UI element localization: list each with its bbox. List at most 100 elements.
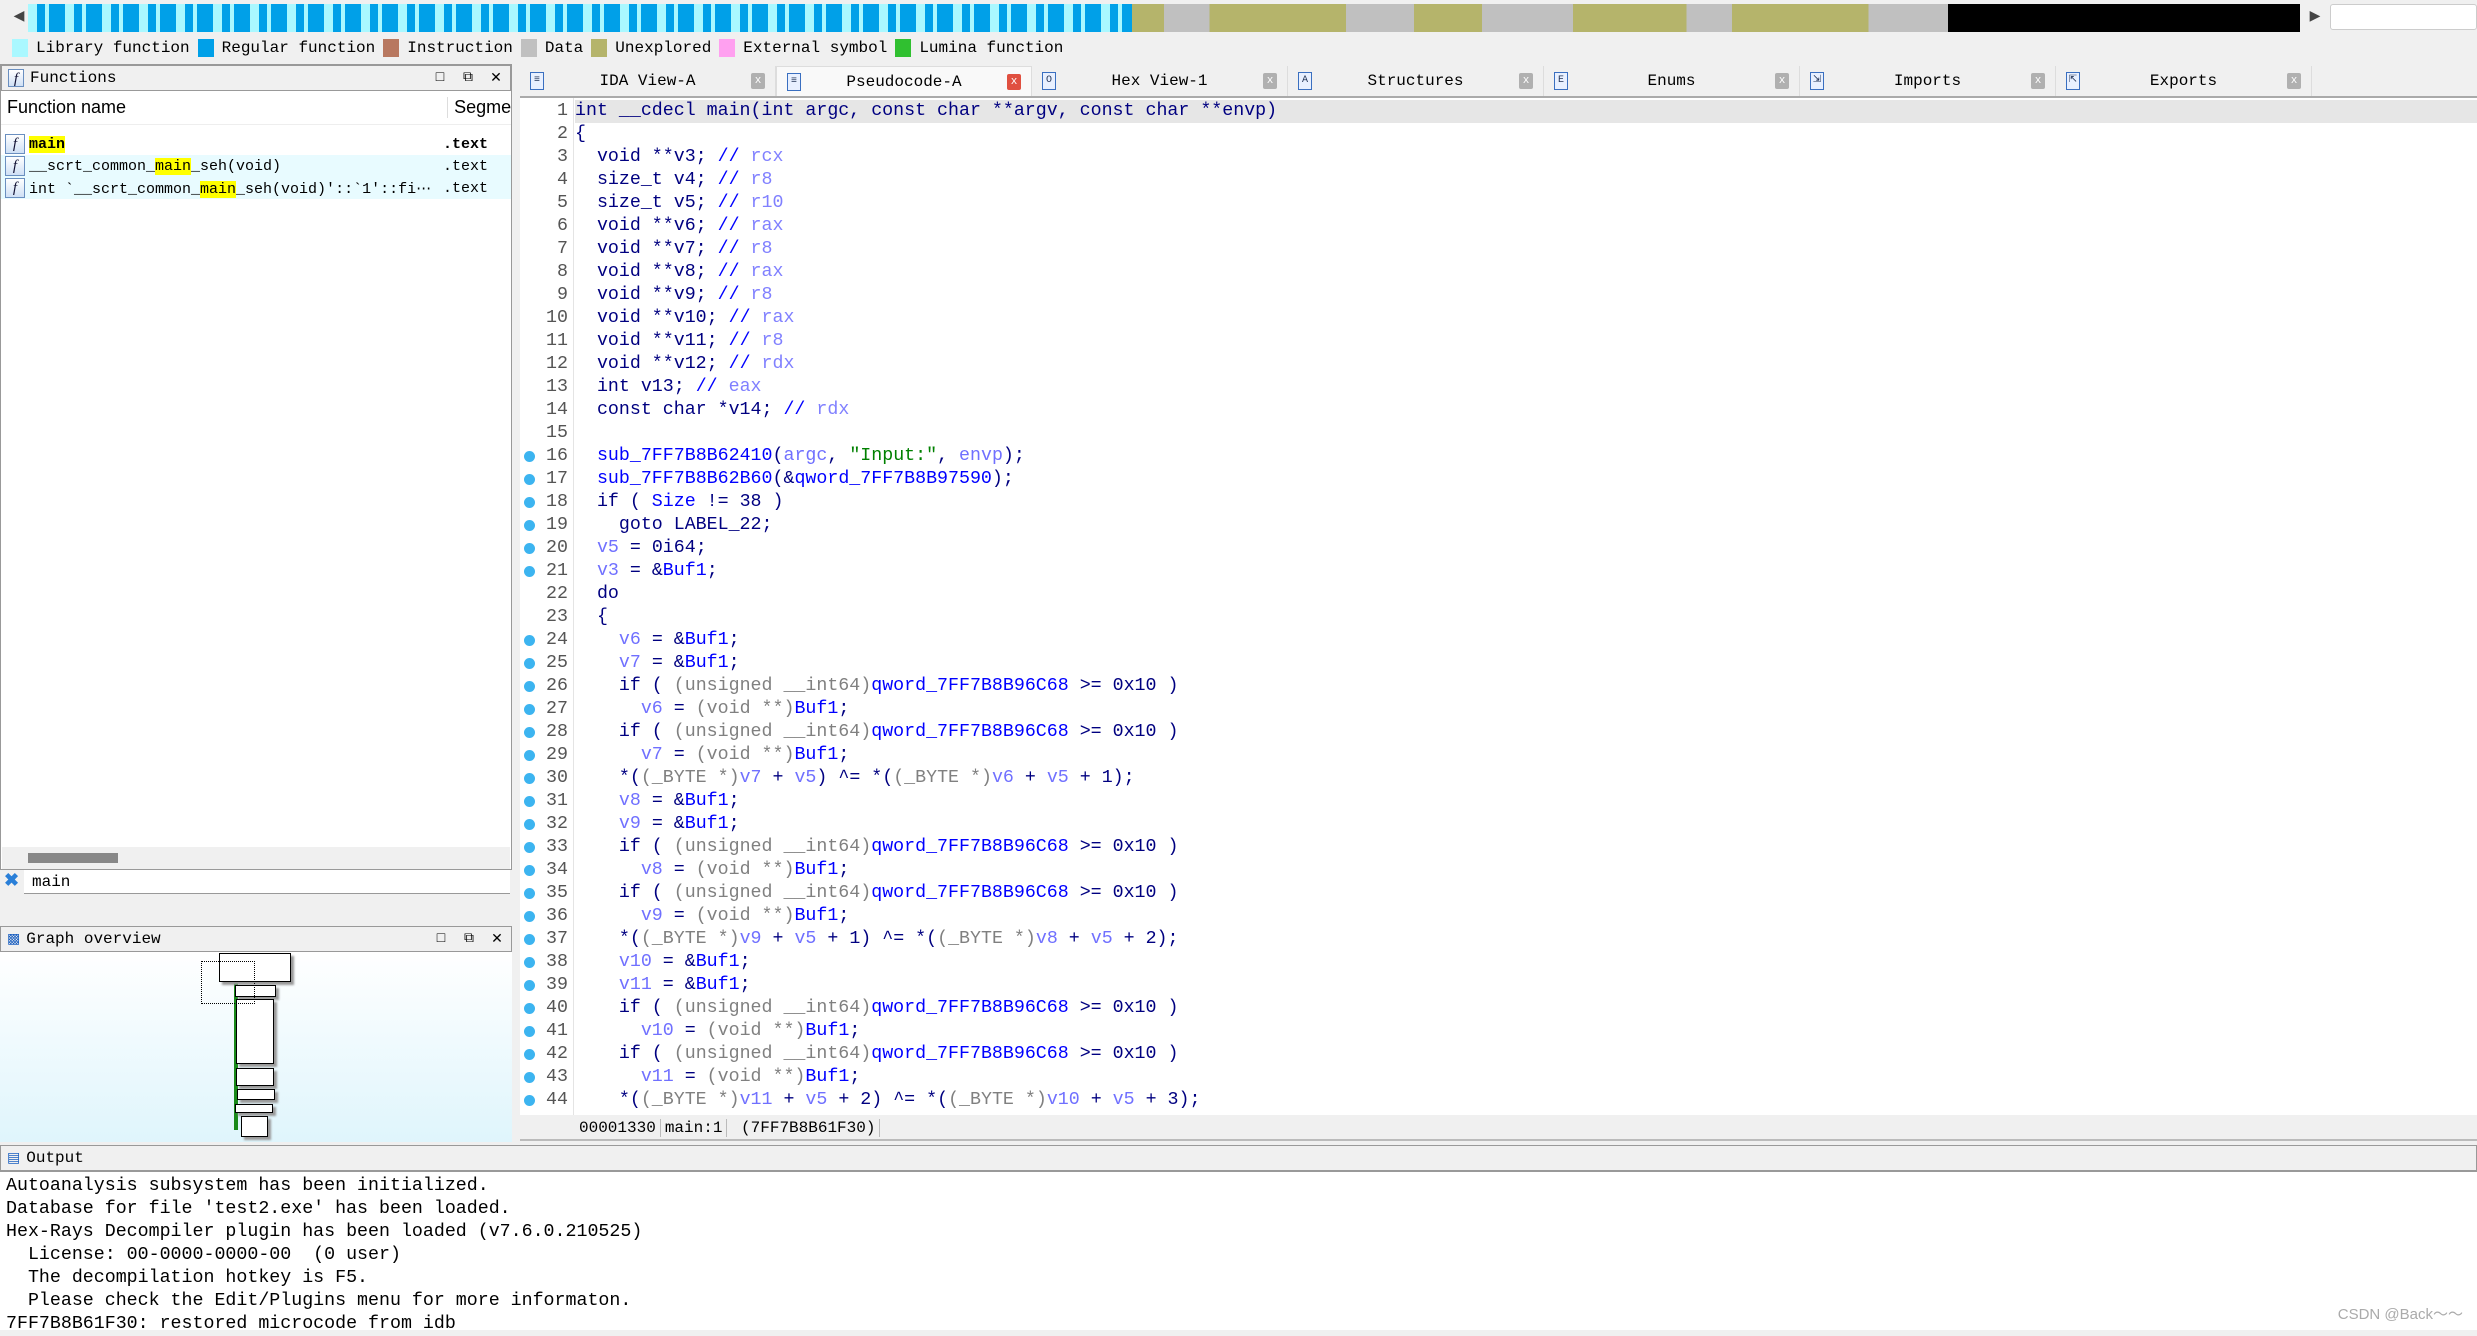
line-number: 26 [546, 676, 568, 696]
nav-right-arrow[interactable]: ▶ [2308, 8, 2322, 25]
code-line[interactable]: 16 sub_7FF7B8B62410(argc, "Input:", envp… [520, 445, 2477, 468]
code-line[interactable]: 41 v10 = (void **)Buf1; [520, 1020, 2477, 1043]
code-line[interactable]: 33 if ( (unsigned __int64)qword_7FF7B8B9… [520, 836, 2477, 859]
code-line[interactable]: 22 do [520, 583, 2477, 606]
code-line[interactable]: 13 int v13; // eax [520, 376, 2477, 399]
code-line[interactable]: 29 v7 = (void **)Buf1; [520, 744, 2477, 767]
code-line[interactable]: 15 [520, 422, 2477, 445]
code-line[interactable]: 32 v9 = &Buf1; [520, 813, 2477, 836]
code-token: v9 [618, 814, 641, 834]
code-line[interactable]: 8 void **v8; // rax [520, 261, 2477, 284]
tab-pseudocode-a[interactable]: ≡ Pseudocode-A x [776, 66, 1032, 96]
output-log[interactable]: Autoanalysis subsystem has been initiali… [0, 1171, 2477, 1334]
code-line[interactable]: 37 *((_BYTE *)v9 + v5 + 1) ^= *((_BYTE *… [520, 928, 2477, 951]
function-row[interactable]: f int `__scrt_common_main_seh(void)'::`1'… [1, 177, 511, 199]
graph-node[interactable] [236, 1068, 274, 1086]
graph-viewport[interactable] [201, 961, 255, 1004]
code-token: + [1013, 768, 1047, 788]
float-icon[interactable]: ⧉ [455, 931, 483, 947]
close-icon[interactable]: ✕ [482, 70, 510, 87]
column-segment[interactable]: Segme [448, 97, 511, 118]
code-line[interactable]: 3 void **v3; // rcx [520, 146, 2477, 169]
code-token: Buf1 [805, 1021, 850, 1041]
nav-address-input[interactable] [2330, 4, 2477, 30]
line-number: 24 [546, 630, 568, 650]
code-line[interactable]: 5 size_t v5; // r10 [520, 192, 2477, 215]
code-line[interactable]: 28 if ( (unsigned __int64)qword_7FF7B8B9… [520, 721, 2477, 744]
code-line[interactable]: 7 void **v7; // r8 [520, 238, 2477, 261]
tab-hex-view-1[interactable]: O Hex View-1 x [1032, 66, 1288, 96]
tab-close-icon[interactable]: x [1007, 73, 1021, 90]
nav-left-arrow[interactable]: ◀ [12, 8, 26, 25]
code-token: if ( [575, 722, 674, 742]
output-line: The decompilation hotkey is F5. [6, 1268, 369, 1288]
maximize-icon[interactable]: □ [426, 70, 454, 86]
clear-filter-icon[interactable]: ✖ [4, 870, 19, 892]
tab-close-icon[interactable]: x [1519, 73, 1533, 89]
tab-ida-view-a[interactable]: ≡ IDA View-A x [520, 66, 776, 96]
code-line[interactable]: 20 v5 = 0i64; [520, 537, 2477, 560]
code-line[interactable]: 27 v6 = (void **)Buf1; [520, 698, 2477, 721]
code-line[interactable]: 42 if ( (unsigned __int64)qword_7FF7B8B9… [520, 1043, 2477, 1066]
code-line[interactable]: 38 v10 = &Buf1; [520, 951, 2477, 974]
tab-close-icon[interactable]: x [1263, 73, 1277, 89]
pseudocode-view[interactable]: 1 int __cdecl main(int argc, const char *… [520, 98, 2477, 1115]
graph-node[interactable] [235, 1104, 273, 1113]
code-line[interactable]: 10 void **v10; // rax [520, 307, 2477, 330]
code-line[interactable]: 34 v8 = (void **)Buf1; [520, 859, 2477, 882]
graph-node[interactable] [236, 999, 274, 1064]
navigation-band[interactable] [28, 4, 2300, 32]
tab-close-icon[interactable]: x [2287, 73, 2301, 89]
graph-node[interactable] [241, 1116, 268, 1137]
code-line[interactable]: 12 void **v12; // rdx [520, 353, 2477, 376]
code-line[interactable]: 2{ [520, 123, 2477, 146]
code-text: v7 = (void **)Buf1; [575, 744, 2477, 767]
filter-input[interactable]: main [24, 870, 510, 894]
line-number: 18 [546, 492, 568, 512]
code-line[interactable]: 40 if ( (unsigned __int64)qword_7FF7B8B9… [520, 997, 2477, 1020]
tab-imports[interactable]: ⇲ Imports x [1800, 66, 2056, 96]
close-icon[interactable]: ✕ [483, 931, 511, 948]
code-line[interactable]: 39 v11 = &Buf1; [520, 974, 2477, 997]
column-function-name[interactable]: Function name [1, 97, 449, 118]
code-line[interactable]: 9 void **v9; // r8 [520, 284, 2477, 307]
code-token: v10 [1046, 1090, 1080, 1110]
tab-close-icon[interactable]: x [1775, 73, 1789, 89]
code-line[interactable]: 11 void **v11; // r8 [520, 330, 2477, 353]
name-match-highlight: main [29, 135, 66, 153]
tab-enums[interactable]: E Enums x [1544, 66, 1800, 96]
horizontal-scrollbar[interactable] [2, 847, 510, 869]
float-icon[interactable]: ⧉ [454, 70, 482, 86]
code-line[interactable]: 24 v6 = &Buf1; [520, 629, 2477, 652]
graph-overview-canvas[interactable] [0, 952, 512, 1142]
code-line[interactable]: 25 v7 = &Buf1; [520, 652, 2477, 675]
code-line[interactable]: 31 v8 = &Buf1; [520, 790, 2477, 813]
tab-close-icon[interactable]: x [2031, 73, 2045, 89]
code-line[interactable]: 19 goto LABEL_22; [520, 514, 2477, 537]
pseudocode-icon: ≡ [787, 72, 801, 91]
graph-node[interactable] [237, 1089, 275, 1100]
code-line[interactable]: 23 { [520, 606, 2477, 629]
tab-structures[interactable]: A Structures x [1288, 66, 1544, 96]
code-line[interactable]: 43 v11 = (void **)Buf1; [520, 1066, 2477, 1089]
function-row[interactable]: f main .text [1, 133, 511, 155]
code-line[interactable]: 21 v3 = &Buf1; [520, 560, 2477, 583]
scrollbar-thumb[interactable] [28, 853, 118, 863]
code-line[interactable]: 36 v9 = (void **)Buf1; [520, 905, 2477, 928]
code-line[interactable]: 1 int __cdecl main(int argc, const char *… [520, 100, 2477, 123]
code-line[interactable]: 4 size_t v4; // r8 [520, 169, 2477, 192]
function-row[interactable]: f __scrt_common_main_seh(void) .text [1, 155, 511, 177]
tab-label: Exports [2149, 72, 2218, 90]
legend-swatch [197, 39, 214, 57]
tab-close-icon[interactable]: x [751, 73, 765, 89]
code-line[interactable]: 26 if ( (unsigned __int64)qword_7FF7B8B9… [520, 675, 2477, 698]
maximize-icon[interactable]: □ [427, 931, 455, 947]
code-line[interactable]: 6 void **v6; // rax [520, 215, 2477, 238]
code-line[interactable]: 14 const char *v14; // rdx [520, 399, 2477, 422]
code-line[interactable]: 30 *((_BYTE *)v7 + v5) ^= *((_BYTE *)v6 … [520, 767, 2477, 790]
tab-exports[interactable]: ⇱ Exports x [2056, 66, 2312, 96]
code-line[interactable]: 18 if ( Size != 38 ) [520, 491, 2477, 514]
code-line[interactable]: 17 sub_7FF7B8B62B60(&qword_7FF7B8B97590)… [520, 468, 2477, 491]
code-line[interactable]: 35 if ( (unsigned __int64)qword_7FF7B8B9… [520, 882, 2477, 905]
code-line[interactable]: 44 *((_BYTE *)v11 + v5 + 2) ^= *((_BYTE … [520, 1089, 2477, 1112]
